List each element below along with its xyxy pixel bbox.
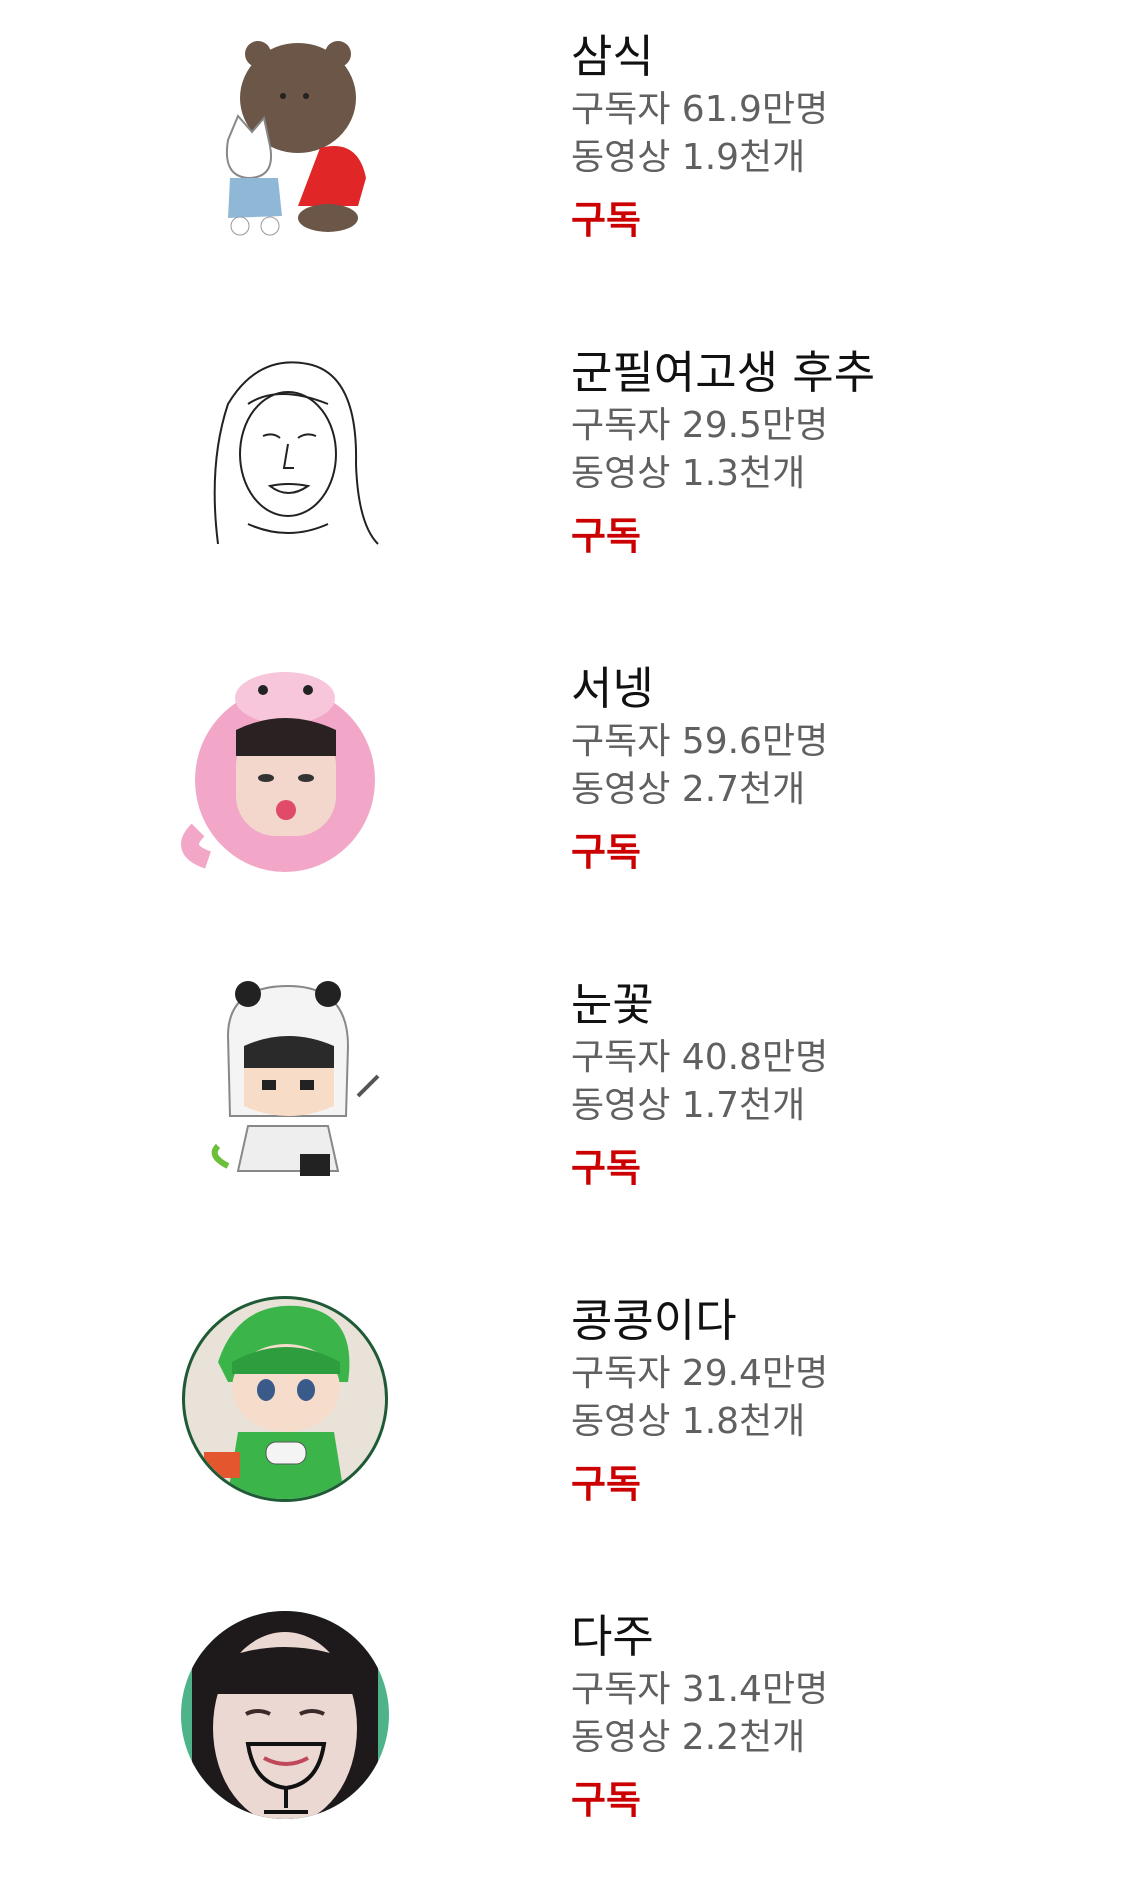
subscriber-count: 구독자 29.4만명: [571, 1353, 829, 1394]
panda-hood-character-avatar-icon[interactable]: [178, 976, 392, 1190]
channel-name[interactable]: 서넹: [571, 660, 1091, 718]
line-drawing-face-avatar-icon[interactable]: [178, 344, 392, 558]
subscribe-button[interactable]: 구독: [571, 196, 641, 244]
video-count: 동영상 1.9천개: [571, 137, 806, 178]
channel-info: 삼식 구독자 61.9만명 동영상 1.9천개 구독: [571, 28, 1091, 244]
subscriber-count: 구독자 29.5만명: [571, 405, 829, 446]
subscriber-count: 구독자 59.6만명: [571, 721, 829, 762]
channel-info: 서넹 구독자 59.6만명 동영상 2.7천개 구독: [571, 660, 1091, 876]
channel-name[interactable]: 군필여고생 후추: [571, 344, 1091, 402]
video-count: 동영상 1.3천개: [571, 453, 806, 494]
subscriber-count: 구독자 40.8만명: [571, 1037, 829, 1078]
channel-name[interactable]: 눈꽃: [571, 976, 1091, 1034]
video-count: 동영상 1.8천개: [571, 1401, 806, 1442]
channel-row[interactable]: 서넹 구독자 59.6만명 동영상 2.7천개 구독: [0, 632, 1125, 948]
channel-info: 눈꽃 구독자 40.8만명 동영상 1.7천개 구독: [571, 976, 1091, 1192]
green-hair-gamer-avatar-icon[interactable]: [178, 1292, 392, 1506]
channel-info: 군필여고생 후추 구독자 29.5만명 동영상 1.3천개 구독: [571, 344, 1091, 560]
channel-row[interactable]: 삼식 구독자 61.9만명 동영상 1.9천개 구독: [0, 0, 1125, 316]
channel-row[interactable]: 다주 구독자 31.4만명 동영상 2.2천개 구독: [0, 1580, 1125, 1896]
subscribe-button[interactable]: 구독: [571, 512, 641, 560]
bear-and-cat-avatar-icon[interactable]: [178, 28, 392, 242]
subscribe-button[interactable]: 구독: [571, 1144, 641, 1192]
subscribe-button[interactable]: 구독: [571, 828, 641, 876]
pink-hood-girl-avatar-icon[interactable]: [178, 660, 392, 874]
channel-name[interactable]: 콩콩이다: [571, 1292, 1091, 1350]
channel-info: 콩콩이다 구독자 29.4만명 동영상 1.8천개 구독: [571, 1292, 1091, 1508]
channel-info: 다주 구독자 31.4만명 동영상 2.2천개 구독: [571, 1608, 1091, 1824]
channel-row[interactable]: 콩콩이다 구독자 29.4만명 동영상 1.8천개 구독: [0, 1264, 1125, 1580]
channel-row[interactable]: 눈꽃 구독자 40.8만명 동영상 1.7천개 구독: [0, 948, 1125, 1264]
channel-row[interactable]: 군필여고생 후추 구독자 29.5만명 동영상 1.3천개 구독: [0, 316, 1125, 632]
subscribe-button[interactable]: 구독: [571, 1460, 641, 1508]
video-count: 동영상 2.7천개: [571, 769, 806, 810]
video-count: 동영상 1.7천개: [571, 1085, 806, 1126]
channel-name[interactable]: 삼식: [571, 28, 1091, 86]
subscriber-count: 구독자 31.4만명: [571, 1669, 829, 1710]
channel-name[interactable]: 다주: [571, 1608, 1091, 1666]
channel-list: 삼식 구독자 61.9만명 동영상 1.9천개 구독 군필여고생 후추 구독자 …: [0, 0, 1125, 1889]
girl-with-glass-drawing-avatar-icon[interactable]: [178, 1608, 392, 1822]
subscriber-count: 구독자 61.9만명: [571, 89, 829, 130]
video-count: 동영상 2.2천개: [571, 1717, 806, 1758]
subscribe-button[interactable]: 구독: [571, 1776, 641, 1824]
